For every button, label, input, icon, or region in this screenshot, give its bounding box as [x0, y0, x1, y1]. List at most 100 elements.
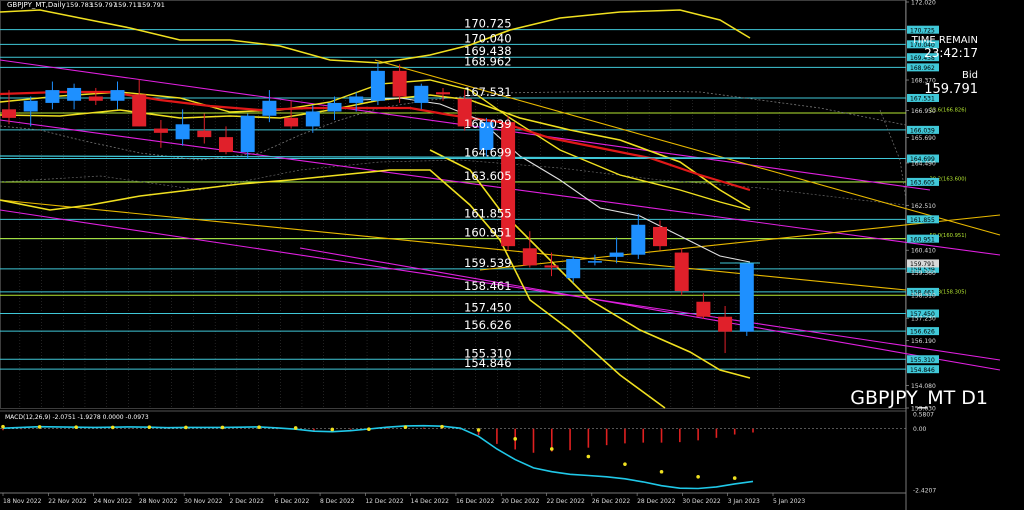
macd-signal-point [549, 447, 554, 451]
price-label: 166.950 [911, 108, 936, 115]
candle-body [587, 261, 602, 263]
macd-signal-point [696, 475, 700, 479]
bid-value: 159.791 [924, 82, 978, 97]
price-label: 164.490 [911, 160, 936, 167]
symbol-watermark: GBPJPY_MT D1 [850, 387, 988, 409]
candle-body [522, 248, 537, 266]
candle-body [219, 137, 233, 153]
date-label: 16 Dec 2022 [456, 498, 495, 505]
candle-body [153, 128, 168, 133]
price-label: 165.690 [911, 135, 936, 142]
macd-signal-point [732, 476, 737, 480]
candle-body [370, 70, 385, 101]
date-label: 28 Nov 2022 [139, 498, 178, 505]
level-label: 167.531 [464, 85, 512, 99]
macd-signal-point [513, 437, 517, 441]
level-label: 170.725 [464, 17, 512, 31]
price-tag-label: 161.855 [910, 217, 935, 224]
macd-signal-point [586, 454, 591, 459]
main-chart[interactable]: 23.6(166.826)38.2(163.600)50.0(160.951)6… [0, 0, 1024, 510]
price-label: 172.020 [911, 0, 936, 7]
date-label: 20 Dec 2022 [501, 498, 540, 505]
date-label: 30 Dec 2022 [682, 498, 721, 505]
macd-signal-point [403, 425, 408, 429]
price-label: 158.310 [911, 293, 936, 300]
candle-body [609, 252, 624, 257]
ohlc-value: 159.783 [66, 1, 93, 9]
level-label: 163.605 [464, 169, 512, 183]
level-label: 156.626 [464, 318, 512, 332]
price-tag-label: 160.951 [910, 236, 935, 243]
chart-background [0, 0, 1024, 510]
candle-body [110, 90, 125, 101]
macd-axis-label: 0.5807 [913, 411, 934, 418]
date-label: 26 Dec 2022 [592, 498, 631, 505]
macd-signal-point [184, 425, 188, 430]
macd-signal-point [110, 425, 115, 430]
ohlc-value: 159.711 [114, 1, 141, 9]
level-label: 154.846 [464, 356, 512, 370]
macd-signal-point [623, 462, 627, 466]
price-tag-label: 155.310 [910, 357, 935, 364]
candle-body [739, 263, 754, 332]
level-label: 168.962 [464, 54, 512, 68]
date-label: 12 Dec 2022 [365, 498, 404, 505]
candle-body [67, 87, 82, 101]
candle-body [2, 109, 16, 118]
date-label: 24 Nov 2022 [94, 498, 133, 505]
price-label: 160.410 [911, 248, 936, 255]
level-label: 166.039 [464, 117, 512, 131]
price-tag-label: 154.846 [910, 367, 935, 374]
candle-body [240, 115, 255, 153]
price-tag-label: 168.962 [910, 65, 935, 72]
date-label: 22 Dec 2022 [547, 498, 586, 505]
macd-signal-point [476, 428, 481, 432]
candle-body [566, 258, 581, 279]
price-tag-label: 170.725 [910, 27, 935, 34]
macd-signal-point [330, 427, 335, 432]
candle-body [674, 252, 689, 292]
price-label: 162.510 [911, 203, 936, 210]
ohlc-header: 159.783159.797159.711159.791 [66, 1, 165, 9]
candle-body [414, 85, 429, 103]
macd-signal-point [257, 425, 261, 429]
candle-body [23, 100, 38, 112]
price-tag-label: 163.605 [910, 180, 935, 187]
level-label: 159.539 [464, 256, 512, 270]
date-label: 30 Nov 2022 [184, 498, 223, 505]
macd-signal-point [1, 424, 5, 429]
price-tag-label: 166.039 [910, 127, 935, 134]
macd-label: MACD(12,26,9) -2.0751 -1.9278 0.0000 -0.… [5, 414, 149, 421]
ohlc-value: 159.791 [138, 1, 165, 9]
candle-body [132, 94, 147, 127]
date-label: 28 Dec 2022 [637, 498, 676, 505]
candle-body [327, 102, 342, 112]
macd-signal-point [659, 469, 664, 474]
macd-signal-point [37, 425, 42, 429]
date-label: 2 Dec 2022 [229, 498, 264, 505]
candle-body [544, 265, 559, 268]
date-label: 6 Dec 2022 [275, 498, 310, 505]
date-label: 8 Dec 2022 [320, 498, 355, 505]
level-label: 157.450 [464, 301, 512, 315]
candle-body [696, 301, 711, 317]
macd-axis-label: 0.00 [913, 426, 927, 433]
candle-body [718, 316, 733, 332]
macd-signal-point [440, 424, 444, 429]
level-label: 158.461 [464, 279, 512, 293]
candle-body [392, 70, 407, 97]
macd-signal-point [367, 427, 371, 432]
date-label: 3 Jan 2023 [728, 498, 760, 505]
macd-signal-point [147, 425, 152, 429]
macd-signal-point [293, 426, 298, 430]
level-label: 160.951 [464, 226, 512, 240]
candle-body [653, 226, 667, 247]
candle-body [45, 90, 60, 103]
candle-body [436, 92, 450, 95]
price-label: 159.360 [911, 270, 936, 277]
candle-body [88, 96, 103, 101]
symbol-header: GBPJPY_MT,Daily [7, 1, 66, 9]
time-remain-value: 23:42:17 [924, 46, 978, 60]
time-remain-label: TIME REMAIN [911, 35, 978, 46]
bid-price-tag-label: 159.791 [910, 261, 935, 268]
